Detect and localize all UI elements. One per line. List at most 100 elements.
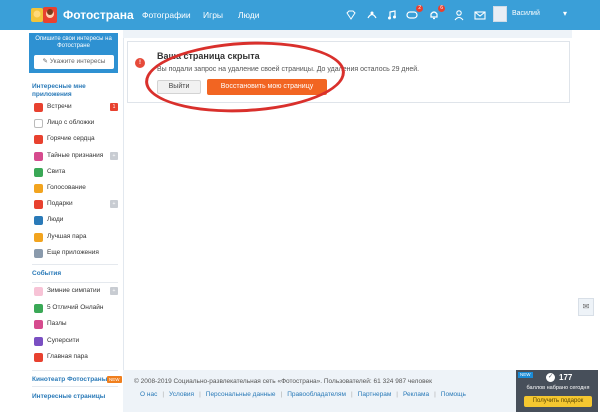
sidebar-app-item[interactable]: Голосование bbox=[34, 183, 120, 194]
music-icon[interactable] bbox=[386, 9, 398, 21]
sidebar-event-item-label: 5 Отличий Онлайн bbox=[47, 303, 104, 311]
games-icon[interactable] bbox=[366, 9, 378, 21]
sidebar-app-app-icon bbox=[34, 119, 43, 129]
sidebar-event-item-label: Зимние симпатии bbox=[47, 287, 101, 294]
sidebar-event-app-icon bbox=[34, 287, 43, 296]
points-value: 177 bbox=[559, 373, 573, 382]
sidebar-app-item[interactable]: Встречи 1 bbox=[34, 102, 120, 113]
interests-promo: Опишите свои интересы на Фотостране ✎ Ук… bbox=[29, 33, 118, 73]
interesting-pages-link[interactable]: Интересные страницы bbox=[32, 393, 105, 400]
sidebar-app-item[interactable]: Лучшая пара bbox=[34, 232, 120, 243]
people-icon[interactable] bbox=[453, 9, 465, 21]
sidebar-app-app-icon bbox=[34, 135, 43, 145]
get-gift-button[interactable]: Получить подарок bbox=[524, 396, 592, 407]
sidebar-app-app-icon bbox=[34, 103, 43, 112]
sidebar-app-item-label: Голосование bbox=[47, 184, 86, 191]
user-name[interactable]: Василий bbox=[512, 10, 540, 17]
footer-link[interactable]: Условия bbox=[169, 391, 194, 398]
sidebar-app-item[interactable]: Тайные признания + bbox=[34, 151, 120, 162]
points-coin-icon: ✓ bbox=[546, 373, 555, 382]
footer-separator: | bbox=[350, 391, 353, 398]
chevron-down-icon[interactable]: ▾ bbox=[563, 9, 567, 18]
sidebar-app-app-icon bbox=[34, 216, 43, 226]
sidebar-app-app-icon bbox=[34, 248, 43, 258]
divider bbox=[32, 370, 118, 371]
sidebar-app-app-icon bbox=[34, 151, 43, 161]
sidebar-event-app-icon bbox=[34, 303, 43, 313]
divider bbox=[32, 264, 118, 265]
footer-separator: | bbox=[280, 391, 283, 398]
sidebar-app-item[interactable]: Еще приложения bbox=[34, 248, 120, 259]
sidebar-event-item-label: Суперсити bbox=[47, 336, 80, 344]
footer-link[interactable]: Правообладателям bbox=[287, 391, 346, 398]
footer-link[interactable]: Реклама bbox=[403, 391, 429, 398]
sidebar-event-item[interactable]: Главная пара bbox=[34, 352, 120, 363]
sidebar-event-app-icon bbox=[34, 336, 43, 346]
footer-links: О нас | Условия | Персональные данные | Правоо… bbox=[140, 391, 466, 398]
feedback-mail-icon[interactable]: ✉ bbox=[578, 298, 594, 316]
footer-link[interactable]: Помощь bbox=[441, 391, 466, 398]
top-navbar: Фотострана Фотографии Игры Люди 2 6 Васи… bbox=[0, 0, 600, 30]
sidebar-app-item-label: Люди bbox=[47, 216, 64, 224]
set-interests-label: Укажите интересы bbox=[49, 58, 106, 65]
set-interests-button[interactable]: ✎ Укажите интересы bbox=[34, 55, 114, 69]
nav-games[interactable]: Игры bbox=[203, 10, 223, 20]
site-name[interactable]: Фотострана bbox=[63, 8, 134, 22]
sidebar-app-app-icon bbox=[34, 184, 43, 193]
sidebar-event-item[interactable]: Пазлы bbox=[34, 319, 120, 330]
sidebar-app-item[interactable]: Люди bbox=[34, 215, 120, 226]
nav-people[interactable]: Люди bbox=[238, 10, 259, 20]
shield-warning-icon: ! bbox=[135, 58, 145, 68]
sidebar-app-item[interactable]: Лицо с обложки bbox=[34, 118, 120, 129]
sidebar-app-item-label: Встречи bbox=[47, 103, 72, 110]
footer-separator: | bbox=[199, 391, 201, 398]
nav-photos[interactable]: Фотографии bbox=[142, 10, 191, 20]
sidebar-event-item[interactable]: 5 Отличий Онлайн bbox=[34, 303, 120, 314]
games-badge-wrapper[interactable]: 2 bbox=[406, 5, 423, 21]
sidebar-app-item-count: + bbox=[110, 151, 118, 160]
notifications-badge: 6 bbox=[438, 5, 445, 12]
cinema-link[interactable]: Кинотеатр Фотостраны bbox=[32, 376, 107, 383]
sidebar-app-item-label: Свита bbox=[47, 167, 66, 175]
sidebar-app-item-label: Еще приложения bbox=[47, 248, 99, 256]
sidebar-app-item-label: Тайные признания bbox=[47, 151, 104, 159]
sidebar-event-item-count: + bbox=[110, 287, 118, 295]
events-section-title: События bbox=[32, 270, 62, 277]
footer-separator: | bbox=[162, 391, 165, 398]
notifications-badge-wrapper[interactable]: 6 bbox=[428, 5, 445, 21]
footer-separator: | bbox=[434, 391, 436, 398]
pencil-icon: ✎ bbox=[42, 58, 48, 65]
sidebar-event-app-icon bbox=[34, 320, 43, 329]
sidebar-app-app-icon bbox=[34, 232, 43, 242]
interests-prompt: Опишите свои интересы на Фотостране bbox=[35, 36, 112, 49]
sidebar-event-item-label: Пазлы bbox=[47, 320, 67, 327]
sidebar-app-item-count: 1 bbox=[110, 103, 118, 111]
games-badge: 2 bbox=[416, 5, 423, 12]
mail-icon[interactable] bbox=[474, 9, 486, 21]
points-label: баллов набрано сегодня bbox=[526, 385, 590, 391]
sidebar-app-app-icon bbox=[34, 167, 43, 177]
footer-link[interactable]: Персональные данные bbox=[206, 391, 276, 398]
footer-link[interactable]: Партнерам bbox=[358, 391, 392, 398]
fotostrana-logo-icon[interactable] bbox=[30, 5, 60, 25]
sidebar-app-item[interactable]: Подарки + bbox=[34, 199, 120, 210]
sidebar-app-item-label: Горячие сердца bbox=[47, 135, 95, 143]
sidebar-app-item[interactable]: Горячие сердца bbox=[34, 134, 120, 145]
sidebar-app-item[interactable]: Свита bbox=[34, 167, 120, 178]
apps-section-title: Интересные мне приложения bbox=[32, 83, 86, 98]
sidebar-app-item-label: Лучшая пара bbox=[47, 232, 87, 240]
user-avatar[interactable] bbox=[493, 6, 507, 22]
sidebar-event-app-icon bbox=[34, 353, 43, 362]
diamond-icon[interactable] bbox=[345, 9, 357, 21]
sidebar-event-item-label: Главная пара bbox=[47, 353, 88, 360]
cinema-new-badge: NEW bbox=[107, 376, 122, 383]
divider bbox=[32, 282, 118, 283]
sidebar-app-app-icon bbox=[34, 200, 43, 210]
footer-link[interactable]: О нас bbox=[140, 391, 157, 398]
footer-separator: | bbox=[396, 391, 398, 398]
sidebar-app-item-label: Лицо с обложки bbox=[47, 119, 95, 127]
divider bbox=[32, 386, 118, 387]
sidebar-event-item[interactable]: Зимние симпатии + bbox=[34, 286, 120, 297]
sidebar-app-item-count: + bbox=[110, 200, 118, 209]
sidebar-event-item[interactable]: Суперсити bbox=[34, 336, 120, 347]
